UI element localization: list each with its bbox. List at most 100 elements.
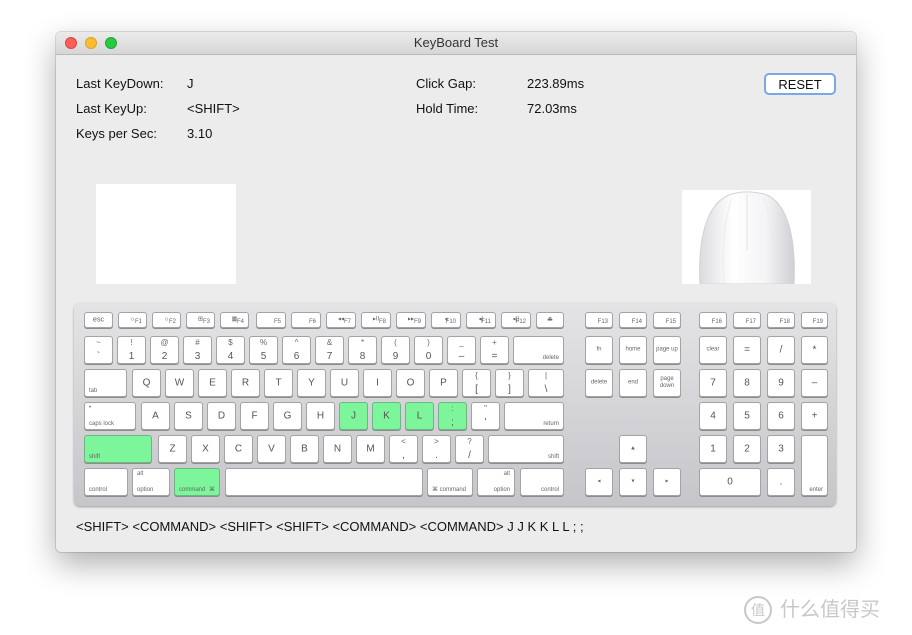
key-f17[interactable]: F17 [733,312,761,328]
key-end[interactable]: end [619,369,647,397]
key-i[interactable]: I [363,369,392,397]
key-f11[interactable]: ◂) F11 [466,312,496,328]
key-r[interactable]: R [231,369,260,397]
key-arrow-left[interactable]: ◂ [585,468,613,496]
key-f10[interactable]: ◂ F10 [431,312,461,328]
key-p[interactable]: P [429,369,458,397]
key-f5[interactable]: F5 [256,312,286,328]
reset-button[interactable]: RESET [764,73,836,95]
key-f16[interactable]: F16 [699,312,727,328]
key-num-minus[interactable]: – [801,369,828,397]
key-y[interactable]: Y [297,369,326,397]
key-page-down[interactable]: page down [653,369,681,397]
key-esc[interactable]: esc [84,312,113,328]
key-arrow-right[interactable]: ▸ [653,468,681,496]
key-f[interactable]: F [240,402,269,430]
key-f7[interactable]: ◂◂ F7 [326,312,356,328]
key-a[interactable]: A [141,402,170,430]
key-caps-lock[interactable]: • caps lock [84,402,136,430]
key-minus[interactable]: _ – [447,336,476,364]
key-num-0[interactable]: 0 [699,468,761,496]
key-1[interactable]: ! 1 [117,336,146,364]
key-period[interactable]: >. [422,435,451,463]
key-f2[interactable]: ☼ F2 [152,312,181,328]
key-num-6[interactable]: 6 [767,402,795,430]
key-0[interactable]: ) 0 [414,336,443,364]
key-z[interactable]: Z [158,435,187,463]
key-control-left[interactable]: control [84,468,128,496]
key-control-right[interactable]: control [520,468,564,496]
key-option-left[interactable]: alt option [132,468,170,496]
key-6[interactable]: ^ 6 [282,336,311,364]
key-m[interactable]: M [356,435,385,463]
key-option-right[interactable]: alt option [477,468,515,496]
key-backslash[interactable]: | \ [528,369,564,397]
key-num-divide[interactable]: / [767,336,795,364]
key-num-3[interactable]: 3 [767,435,795,463]
key-comma[interactable]: <, [389,435,418,463]
key-arrow-down[interactable]: ▾ [619,468,647,496]
key-e[interactable]: E [198,369,227,397]
key-shift-left[interactable]: shift [84,435,152,463]
key-clear[interactable]: clear [699,336,727,364]
key-num-5[interactable]: 5 [733,402,761,430]
key-f14[interactable]: F14 [619,312,647,328]
key-9[interactable]: (9 [381,336,410,364]
key-n[interactable]: N [323,435,352,463]
key-num-8[interactable]: 8 [733,369,761,397]
key-f9[interactable]: ▸▸ F9 [396,312,426,328]
key-equals[interactable]: + = [480,336,509,364]
key-x[interactable]: X [191,435,220,463]
key-return[interactable]: return [504,402,564,430]
key-o[interactable]: O [396,369,425,397]
key-close-bracket[interactable]: }] [495,369,524,397]
key-num-multiply[interactable]: * [801,336,828,364]
key-f15[interactable]: F15 [653,312,681,328]
key-eject[interactable]: ⏏ [536,312,564,328]
key-f12[interactable]: ◂)) F12 [501,312,531,328]
key-num-plus[interactable]: + [801,402,828,430]
key-space[interactable] [225,468,423,496]
key-q[interactable]: Q [132,369,161,397]
key-s[interactable]: S [174,402,203,430]
key-arrow-up[interactable]: ▲ [619,435,647,463]
key-8[interactable]: * 8 [348,336,377,364]
key-f1[interactable]: ☼ F1 [118,312,147,328]
key-tab[interactable]: tab [84,369,127,397]
click-area[interactable] [96,184,236,284]
key-home[interactable]: home [619,336,647,364]
key-f4[interactable]: ▦ F4 [220,312,249,328]
key-semicolon[interactable]: :; [438,402,467,430]
key-num-equals[interactable]: = [733,336,761,364]
key-t[interactable]: T [264,369,293,397]
key-page-up[interactable]: page up [653,336,681,364]
key-f6[interactable]: F6 [291,312,321,328]
key-4[interactable]: $4 [216,336,245,364]
key-f19[interactable]: F19 [801,312,828,328]
key-quote[interactable]: " ' [471,402,500,430]
key-w[interactable]: W [165,369,194,397]
key-5[interactable]: % 5 [249,336,278,364]
key-fn[interactable]: fn [585,336,613,364]
key-command-right[interactable]: ⌘ command [427,468,473,496]
key-b[interactable]: B [290,435,319,463]
key-shift-right[interactable]: shift [488,435,564,463]
key-f3[interactable]: ⊞ F3 [186,312,215,328]
key-j[interactable]: J [339,402,368,430]
key-d[interactable]: D [207,402,236,430]
key-slash[interactable]: ? / [455,435,484,463]
key-h[interactable]: H [306,402,335,430]
key-delete-forward[interactable]: delete [585,369,613,397]
key-open-bracket[interactable]: {[ [462,369,491,397]
key-num-7[interactable]: 7 [699,369,727,397]
key-delete[interactable]: delete [513,336,564,364]
key-num-9[interactable]: 9 [767,369,795,397]
key-command-left[interactable]: command ⌘ [174,468,220,496]
key-f8[interactable]: ▸II F8 [361,312,391,328]
key-c[interactable]: C [224,435,253,463]
key-num-2[interactable]: 2 [733,435,761,463]
key-num-enter[interactable]: enter [801,435,828,496]
key-l[interactable]: L [405,402,434,430]
key-num-4[interactable]: 4 [699,402,727,430]
key-3[interactable]: #3 [183,336,212,364]
